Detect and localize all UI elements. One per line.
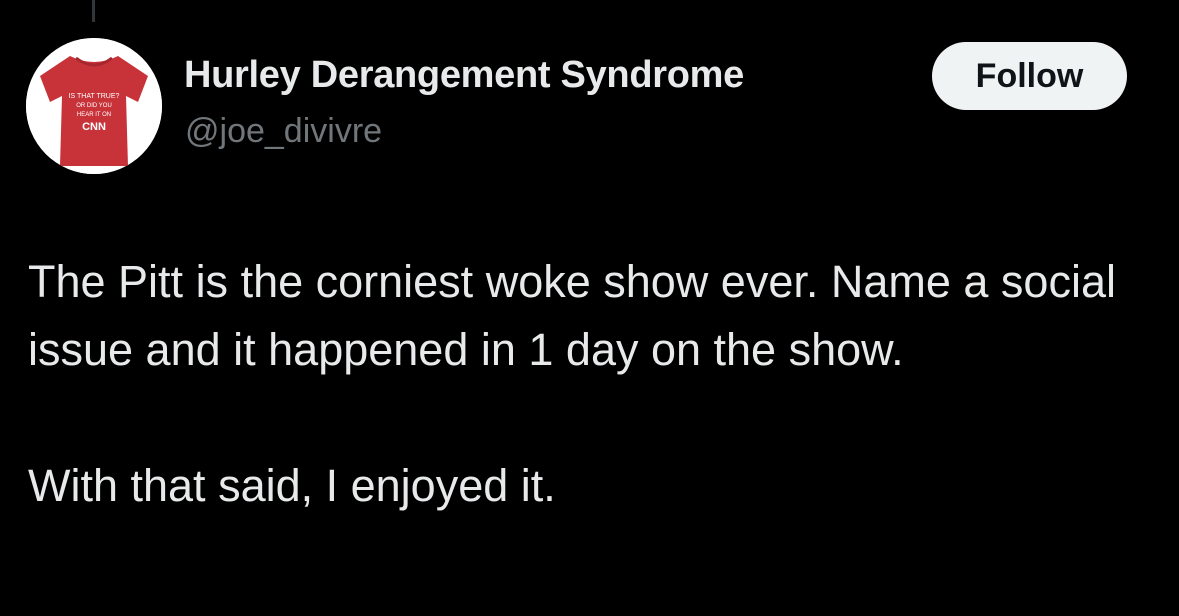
shirt-line-2: OR DID YOU (76, 103, 112, 109)
avatar[interactable]: IS THAT TRUE? OR DID YOU HEAR IT ON CNN (26, 38, 162, 174)
author-handle[interactable]: @joe_divivre (185, 112, 382, 151)
shirt-line-1: IS THAT TRUE? (69, 93, 120, 100)
tweet-paragraph: With that said, I enjoyed it. (28, 460, 556, 511)
tshirt-icon: IS THAT TRUE? OR DID YOU HEAR IT ON CNN (26, 38, 162, 174)
thread-connector-line (92, 0, 95, 22)
author-display-name[interactable]: Hurley Derangement Syndrome (184, 54, 744, 97)
tweet-text: The Pitt is the corniest woke show ever.… (28, 248, 1148, 520)
tweet-paragraph: The Pitt is the corniest woke show ever.… (28, 256, 1116, 375)
shirt-line-3: HEAR IT ON (77, 112, 111, 118)
shirt-line-4: CNN (82, 121, 106, 133)
follow-button[interactable]: Follow (932, 42, 1127, 110)
